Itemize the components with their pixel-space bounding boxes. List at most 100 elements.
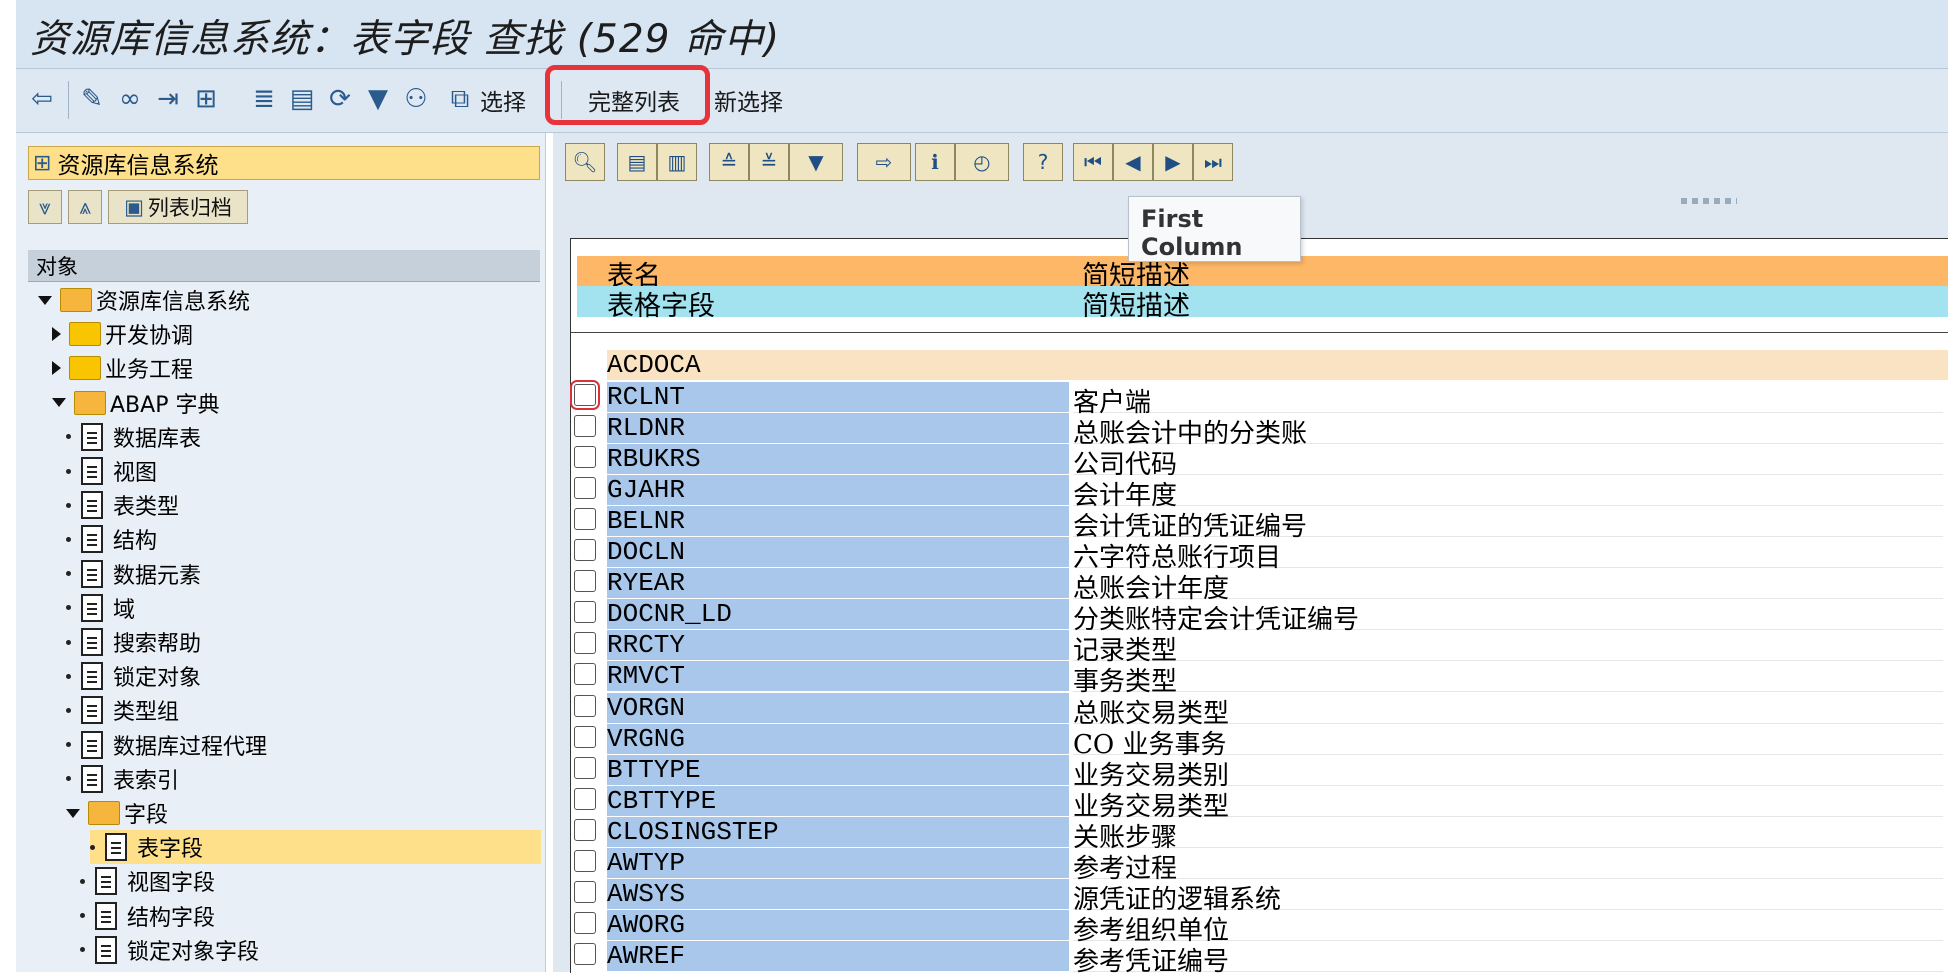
expand-all-button[interactable]: ⩔ (28, 190, 62, 224)
table-row[interactable]: AWTYP 参考过程 (571, 847, 1948, 884)
field-name[interactable]: CLOSINGSTEP (607, 816, 1069, 848)
row-checkbox[interactable] (574, 787, 596, 810)
binoculars-icon[interactable]: ⚇ (400, 83, 432, 115)
row-checkbox[interactable] (574, 756, 596, 779)
field-name[interactable]: RYEAR (607, 568, 1069, 600)
expanded-arrow-icon[interactable] (52, 398, 66, 408)
expanded-arrow-icon[interactable] (38, 295, 52, 305)
row-checkbox[interactable] (574, 849, 596, 872)
next-column-icon[interactable]: ▶ (1153, 143, 1193, 181)
field-name[interactable]: CBTTYPE (607, 785, 1069, 817)
table-row[interactable]: RRCTY 记录类型 (571, 630, 1948, 666)
tree-item[interactable]: 表类型 (66, 488, 179, 522)
select-icon[interactable]: ⧉ (444, 83, 476, 115)
field-name[interactable]: RMVCT (607, 661, 1069, 693)
table-row[interactable]: DOCLN 六字符总账行项目 (571, 537, 1948, 573)
table-row[interactable]: BTTYPE 业务交易类别 (571, 754, 1948, 791)
align-icon[interactable]: ≣ (248, 83, 280, 115)
select-button[interactable]: 选择 (480, 83, 526, 117)
table-row[interactable]: RLDNR 总账会计中的分类账 (571, 413, 1948, 449)
move-icon[interactable]: ⇥ (152, 83, 184, 115)
tree-item[interactable]: 结构字段 (80, 899, 215, 933)
field-name[interactable]: GJAHR (607, 475, 1069, 507)
find-icon[interactable]: 🔍︎ (565, 143, 605, 181)
tree-item[interactable]: 开发协调 (52, 317, 193, 351)
table-row[interactable]: AWSYS 源凭证的逻辑系统 (571, 878, 1948, 915)
table-icon[interactable]: ▤ (286, 83, 318, 115)
sort-ascending-icon[interactable]: ≙ (709, 143, 749, 181)
row-checkbox[interactable] (574, 632, 596, 655)
row-checkbox[interactable] (574, 570, 596, 593)
tree-header[interactable]: ⊞ 资源库信息系统 (28, 146, 540, 180)
field-name[interactable]: RLDNR (607, 413, 1069, 445)
row-checkbox[interactable] (570, 380, 600, 410)
row-checkbox[interactable] (574, 818, 596, 841)
tree-item[interactable]: 表索引 (66, 762, 179, 796)
table-row[interactable]: AWORG 参考组织单位 (571, 909, 1948, 946)
filter-icon[interactable]: ▼ (362, 83, 394, 115)
row-checkbox[interactable] (574, 477, 596, 500)
collapsed-arrow-icon[interactable] (52, 361, 61, 376)
details-icon[interactable]: ▤ (617, 143, 657, 181)
row-checkbox[interactable] (574, 539, 596, 562)
row-checkbox[interactable] (574, 508, 596, 531)
tree-item[interactable]: 数据元素 (66, 557, 201, 591)
tree-item[interactable]: 类型组 (66, 693, 179, 727)
field-name[interactable]: AWTYP (607, 847, 1069, 879)
last-column-icon[interactable]: ⏭ (1193, 143, 1233, 181)
row-checkbox[interactable] (574, 446, 596, 469)
splitter-handle[interactable] (1681, 198, 1737, 204)
choose-icon[interactable]: ▥ (657, 143, 697, 181)
layout-icon[interactable]: ◴ (955, 143, 1009, 181)
filter-icon[interactable]: ▼ (789, 143, 843, 181)
field-name[interactable]: DOCLN (607, 537, 1069, 569)
row-checkbox[interactable] (574, 601, 596, 624)
tree-item[interactable]: 域 (66, 591, 135, 625)
list-archive-button[interactable]: ▣ 列表归档 (108, 190, 248, 224)
tree-item[interactable]: 锁定对象 (66, 659, 201, 693)
tree-item[interactable]: 视图 (66, 454, 157, 488)
glasses-icon[interactable]: ∞ (114, 83, 146, 115)
field-name[interactable]: RBUKRS (607, 444, 1069, 476)
export-icon[interactable]: ⇨ (857, 143, 911, 181)
table-row[interactable]: VRGNG CO 业务事务 (571, 723, 1948, 760)
tree-item[interactable]: 字段 (66, 796, 168, 830)
tree-item[interactable]: 业务工程 (52, 351, 193, 385)
hierarchy-icon[interactable]: ⊞ (190, 83, 222, 115)
field-name[interactable]: RCLNT (607, 382, 1069, 413)
previous-column-icon[interactable]: ◀ (1113, 143, 1153, 181)
table-row[interactable]: CBTTYPE 业务交易类型 (571, 785, 1948, 822)
tree-item[interactable]: 结构 (66, 522, 157, 556)
field-name[interactable]: AWORG (607, 909, 1069, 941)
first-column-icon[interactable]: ⏮ (1073, 143, 1113, 181)
tree-item[interactable]: 数据库过程代理 (66, 728, 267, 762)
field-name[interactable]: BTTYPE (607, 754, 1069, 786)
tree-item[interactable]: ABAP 字典 (52, 386, 219, 420)
field-name[interactable]: AWREF (607, 940, 1069, 972)
field-name[interactable]: RRCTY (607, 630, 1069, 662)
expanded-arrow-icon[interactable] (66, 808, 80, 818)
tree-item[interactable]: 表字段 (90, 830, 541, 865)
tree-item[interactable]: 搜索帮助 (66, 625, 201, 659)
table-row[interactable]: VORGN 总账交易类型 (571, 692, 1948, 729)
row-checkbox[interactable] (574, 694, 596, 717)
table-row[interactable]: CLOSINGSTEP 关账步骤 (571, 816, 1948, 853)
info-icon[interactable]: ℹ (915, 143, 955, 181)
collapsed-arrow-icon[interactable] (52, 327, 61, 342)
table-row[interactable]: RYEAR 总账会计年度 (571, 568, 1948, 604)
refresh-icon[interactable]: ⟳ (324, 83, 356, 115)
row-checkbox[interactable] (574, 415, 596, 438)
field-name[interactable]: DOCNR_LD (607, 599, 1069, 631)
row-checkbox[interactable] (574, 942, 596, 965)
table-row[interactable]: RCLNT 客户端 (570, 380, 1948, 418)
help-icon[interactable]: ? (1023, 143, 1063, 181)
table-row[interactable]: DOCNR_LD 分类账特定会计凭证编号 (571, 599, 1948, 635)
field-name[interactable]: VRGNG (607, 723, 1069, 755)
tree-item[interactable]: 数据库表 (66, 420, 201, 454)
field-name[interactable]: BELNR (607, 506, 1069, 538)
new-selection-button[interactable]: 新选择 (714, 83, 783, 117)
tree-item[interactable]: 视图字段 (80, 864, 215, 898)
field-name[interactable]: AWSYS (607, 878, 1069, 910)
tree-item[interactable]: 资源库信息系统 (38, 283, 250, 317)
table-row[interactable]: BELNR 会计凭证的凭证编号 (571, 506, 1948, 542)
